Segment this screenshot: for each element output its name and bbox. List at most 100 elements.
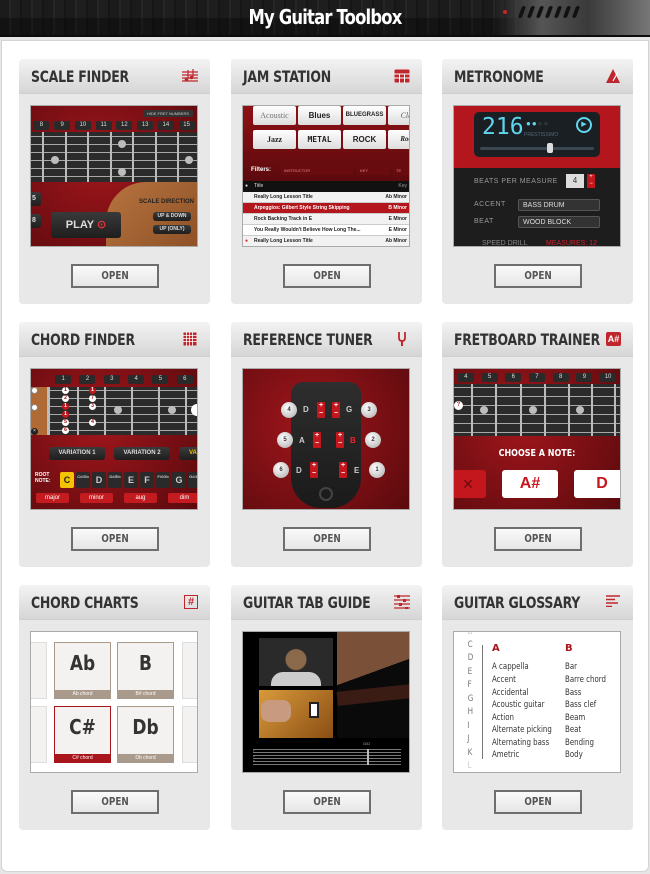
string-note: G [346,405,353,414]
direction-option: UP & DOWN [153,212,191,221]
choose-note-prompt: CHOOSE A NOTE: [498,448,576,459]
tune-stepper: + − [310,462,318,478]
root-key: F#/Gb [156,472,170,488]
card-header: REFERENCE TUNER [231,322,422,357]
fret-number: 14 [157,121,174,130]
video-player-neck [336,632,409,738]
fretboard: ? [454,384,620,436]
fret-numbers: 4 5 6 7 8 9 10 [454,373,620,382]
column-key: Key [398,183,407,189]
video-player-body [259,690,333,738]
open-button-jam-station[interactable]: OPEN [283,264,371,288]
sheet-music-icon [182,69,198,83]
open-button-reference-tuner[interactable]: OPEN [283,527,371,551]
metronome-icon [605,69,621,83]
string-note: D [303,405,309,414]
beats-value: 4 [566,174,584,188]
fret-numbers: 123456 [51,375,197,384]
genre-tile: Rocka [388,130,409,149]
variation-button: VA [179,447,197,460]
quality-button: aug [124,493,157,503]
open-button-guitar-glossary[interactable]: OPEN [494,790,582,814]
open-button-metronome[interactable]: OPEN [494,264,582,288]
genre-tile: Class [388,106,409,125]
open-button-chord-charts[interactable]: OPEN [71,790,159,814]
card-title: JAM STATION [243,67,331,86]
tab-guide-preview: G/D T A B [242,631,410,773]
tool-card-scale-finder: SCALE FINDER HIDE FRET NUMBERS 8 9 10 11… [19,59,210,304]
card-title: GUITAR GLOSSARY [454,593,581,612]
table-row: ● Really Long Lesson Title Ab Minor [243,236,409,246]
glossary-term: A cappella [492,662,529,672]
fretboard-trainer-preview: 4 5 6 7 8 9 10 ? CHOOSE A NOTE: × A# D [453,368,621,510]
tool-card-jam-station: JAM STATION Acoustic Blues BLUEGRASS Cla… [231,59,422,304]
tool-card-reference-tuner: REFERENCE TUNER 4 D + − + − G 3 5 A + − + − … [231,322,422,567]
bpm-display: 216 [482,114,524,140]
fret-number: 11 [95,121,112,130]
tuning-peg: 2 [365,432,381,448]
chord-chart-tile: Db Db chord [117,706,174,763]
filter-tempo: TE [393,166,409,175]
root-key: C#/Db [76,472,90,488]
video-player-face [259,638,333,686]
card-title: REFERENCE TUNER [243,330,373,349]
tune-stepper: + − [317,402,325,418]
card-header: JAM STATION [231,59,422,94]
tool-card-guitar-tab-guide: GUITAR TAB GUIDE G/D T A B OPEN [231,585,422,830]
open-button-fretboard-trainer[interactable]: OPEN [494,527,582,551]
tune-stepper: + − [313,432,321,448]
card-header: CHORD FINDER [19,322,210,357]
speed-drill-label: SPEED DRILL [482,240,528,247]
tune-stepper: + − [332,402,340,418]
glossary-term: Ametric [492,750,520,760]
root-key: D#/Eb [108,472,122,488]
card-header: SCALE FINDER [19,59,210,94]
metronome-preview: 216 ●●●● PRESTISSIMO ▶ BEATS PER MEASURE… [453,105,621,247]
play-icon: ▶ [576,117,592,133]
root-key-selected: C [60,472,74,488]
grid-table-icon [394,69,410,83]
root-note-label: ROOT NOTE: [35,472,51,484]
tuning-fork-icon [394,332,410,346]
glossary-term: Accidental [492,688,529,698]
chord-chart-tile: B B# chord [117,642,174,699]
genre-tile: METAL [298,130,341,149]
scale-direction-label: SCALE DIRECTION [138,199,194,205]
filter-instructor: INSTRUCTOR [281,166,353,175]
tuning-peg: 1 [369,462,385,478]
reference-tuner-preview: 4 D + − + − G 3 5 A + − + − B 2 6 D + − + − E … [242,368,410,510]
jam-station-preview: Acoustic Blues BLUEGRASS Class Jazz META… [242,105,410,247]
card-header: METRONOME [442,59,633,94]
fret-numbers: 8 9 10 11 12 13 14 15 [31,121,197,130]
toolbox-grid: SCALE FINDER HIDE FRET NUMBERS 8 9 10 11… [1,40,649,872]
open-button-chord-finder[interactable]: OPEN [71,527,159,551]
play-label: PLAY [65,219,94,231]
note-choice: A# [502,470,558,498]
open-button-guitar-tab-guide[interactable]: OPEN [283,790,371,814]
variation-button: VARIATION 2 [114,447,170,460]
glossary-term: Alternating bass [492,738,550,748]
scale-finder-preview: HIDE FRET NUMBERS 8 9 10 11 12 13 14 15 … [30,105,198,247]
text-align-icon [605,595,621,609]
genre-tile: BLUEGRASS [343,106,386,125]
root-key: E [124,472,138,488]
accent-select: BASS DRUM [518,199,600,211]
open-button-scale-finder[interactable]: OPEN [71,264,159,288]
glossary-term: Bar [565,662,578,672]
column-heading-b: B [565,643,573,654]
string-note: A [299,436,305,445]
tab-list-icon [394,595,410,609]
table-header: ● Title Key [243,181,409,192]
tuning-peg: 5 [277,432,293,448]
tool-card-chord-charts: CHORD CHARTS # Ab Ab chord B B# chord C# C#… [19,585,210,830]
string-note-active: B [350,436,356,445]
root-key: D [92,472,106,488]
play-icon: ⊙ [96,219,107,231]
glossary-term: Beat [565,725,582,735]
table-row: You Really Wouldn't Believe How Long The… [243,225,409,236]
beat-indicators: ●●●● [526,119,550,128]
tune-stepper: + − [339,462,347,478]
card-header: FRETBOARD TRAINER A# [442,322,633,357]
chord-chart-tile-selected: C# C# chord [54,706,111,763]
card-title: GUITAR TAB GUIDE [243,593,371,612]
